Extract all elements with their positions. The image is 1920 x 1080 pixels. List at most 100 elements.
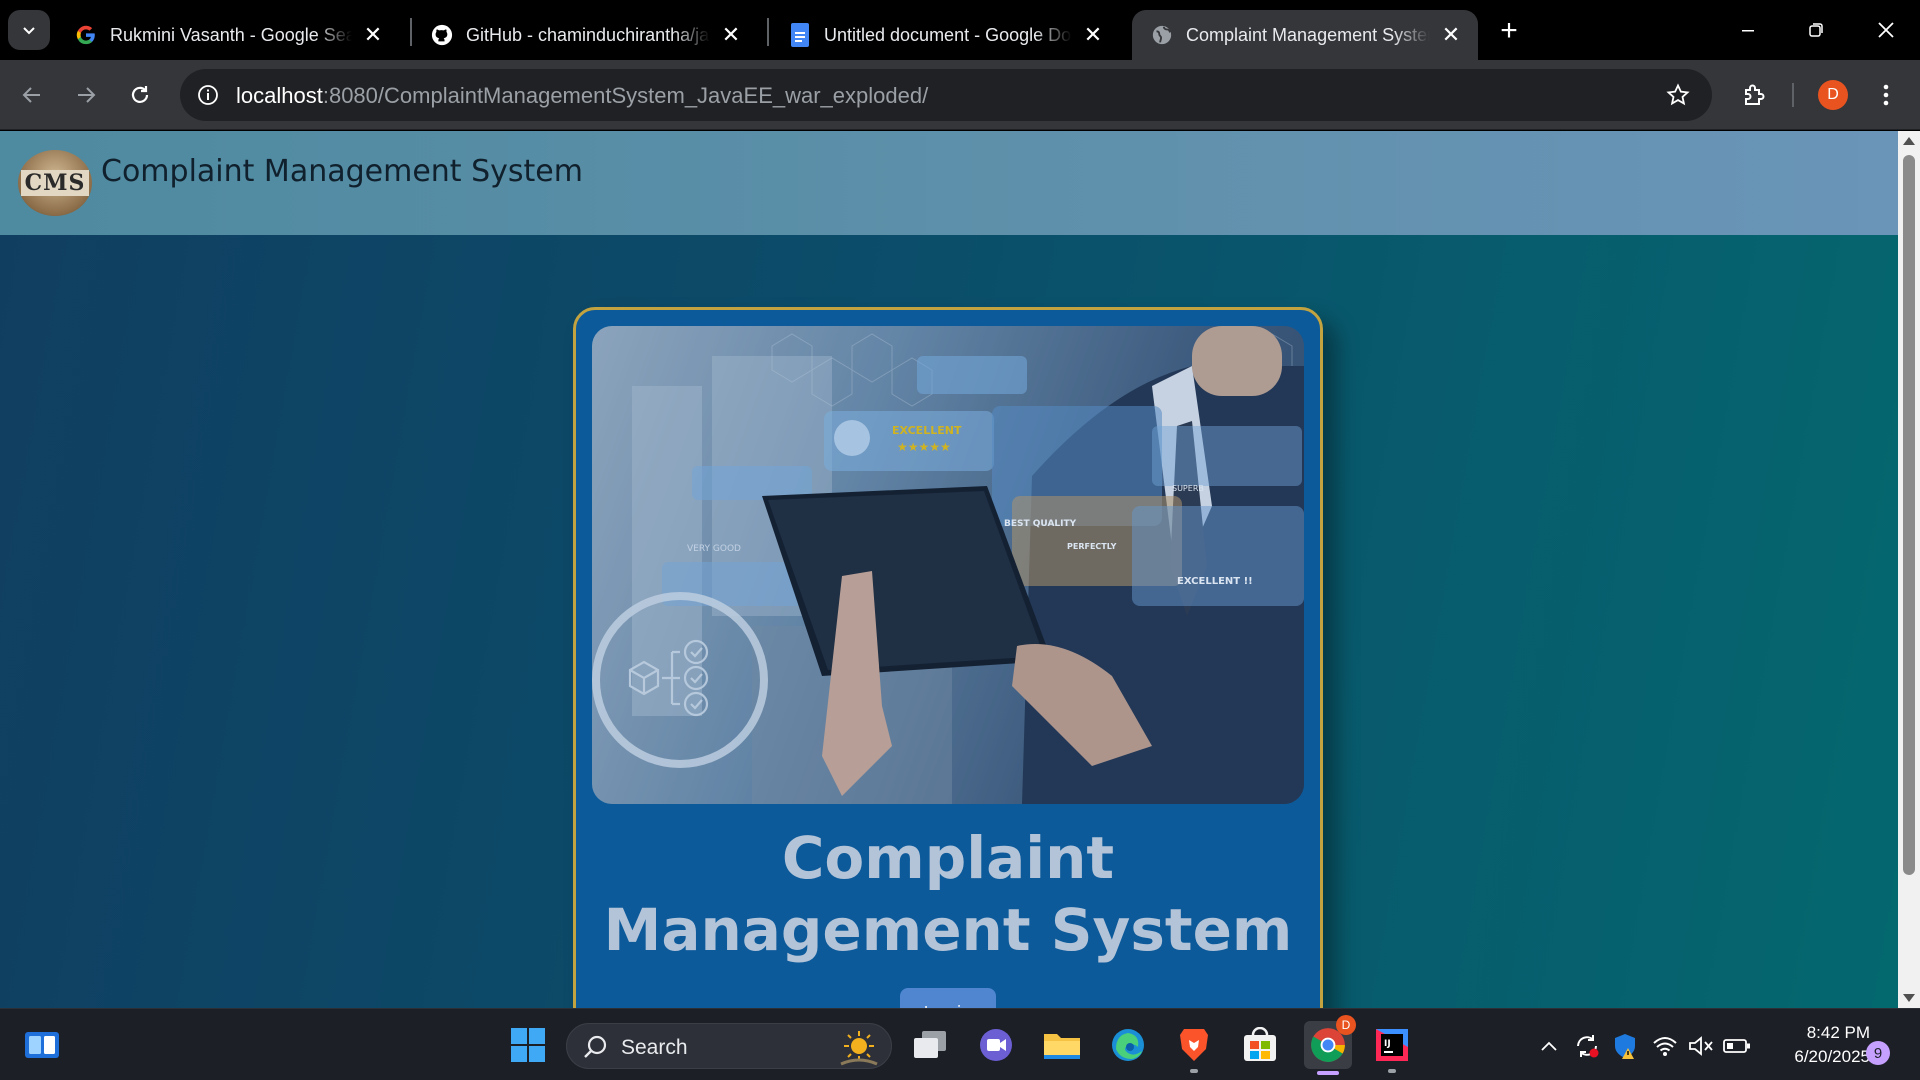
sync-tray-icon[interactable] — [1572, 1031, 1602, 1061]
browser-toolbar: localhost:8080/ComplaintManagementSystem… — [0, 60, 1920, 130]
brave-button[interactable] — [1172, 1023, 1216, 1073]
minimize-button[interactable] — [1720, 8, 1776, 52]
menu-button[interactable] — [1868, 77, 1904, 113]
teams-chat-button[interactable] — [974, 1023, 1018, 1067]
tab-search-button[interactable] — [8, 10, 50, 50]
clock-time: 8:42 PM — [1806, 1023, 1870, 1042]
chevron-up-icon — [1541, 1041, 1557, 1051]
system-clock[interactable]: 8:42 PM 6/20/2025 — [1760, 1021, 1870, 1069]
volume-tray-icon[interactable] — [1686, 1031, 1716, 1061]
tab-title: Complaint Management System — [1186, 24, 1430, 45]
docs-icon — [788, 23, 812, 47]
minimize-icon — [1742, 30, 1754, 32]
web-page: CMS Complaint Management System EXCELLEN… — [0, 131, 1898, 1008]
profile-button[interactable]: D — [1815, 77, 1851, 113]
address-bar[interactable]: localhost:8080/ComplaintManagementSystem… — [180, 69, 1712, 121]
task-view-button[interactable] — [908, 1023, 952, 1067]
edge-icon — [1112, 1029, 1144, 1061]
restore-button[interactable] — [1788, 8, 1844, 52]
tab-google-docs[interactable]: Untitled document - Google Docs ✕ — [770, 10, 1120, 60]
restore-icon — [1809, 23, 1823, 37]
page-scrollbar[interactable] — [1898, 131, 1920, 1008]
clock-date: 6/20/2025 — [1794, 1047, 1870, 1066]
widgets-icon — [25, 1032, 59, 1058]
chevron-down-icon — [23, 27, 35, 35]
tab-title: Untitled document - Google Docs — [824, 24, 1072, 45]
tab-title: Rukmini Vasanth - Google Search — [110, 24, 352, 45]
chrome-profile-badge: D — [1336, 1015, 1356, 1035]
wifi-tray-icon[interactable] — [1650, 1031, 1680, 1061]
puzzle-icon — [1745, 84, 1765, 105]
tab-separator — [767, 18, 769, 46]
github-icon — [430, 23, 454, 47]
store-icon — [1244, 1027, 1276, 1061]
login-button[interactable]: Login — [900, 988, 996, 1008]
globe-icon — [1150, 23, 1174, 47]
intellij-button[interactable]: IJ — [1370, 1023, 1414, 1073]
url-text: localhost:8080/ComplaintManagementSystem… — [236, 83, 928, 109]
card-title: Complaint Management System — [603, 824, 1293, 964]
reload-button[interactable] — [122, 77, 158, 113]
start-button[interactable] — [506, 1023, 550, 1067]
close-icon[interactable]: ✕ — [1080, 22, 1106, 48]
arrow-right-icon — [78, 87, 96, 103]
site-header: CMS Complaint Management System — [0, 131, 1898, 235]
edge-button[interactable] — [1106, 1023, 1150, 1067]
search-label: Search — [621, 1036, 688, 1059]
close-window-button[interactable] — [1858, 8, 1914, 52]
new-tab-button[interactable]: + — [1492, 14, 1526, 48]
tab-title: GitHub - chaminduchirantha/java — [466, 24, 710, 45]
welcome-card: EXCELLENT ★★★★★ VERY GOOD BEST QUALITY P… — [573, 307, 1323, 1008]
security-tray-icon[interactable] — [1610, 1031, 1640, 1061]
close-icon[interactable]: ✕ — [718, 22, 744, 48]
forward-button[interactable] — [68, 77, 104, 113]
scrollbar-thumb[interactable] — [1903, 155, 1915, 875]
sync-icon — [1577, 1035, 1599, 1058]
back-button[interactable] — [14, 77, 50, 113]
active-indicator — [1317, 1071, 1339, 1075]
extensions-button[interactable] — [1736, 77, 1772, 113]
taskbar-search[interactable]: Search — [566, 1023, 892, 1069]
widgets-button[interactable] — [20, 1023, 64, 1067]
video-chat-icon — [980, 1029, 1012, 1061]
close-icon[interactable]: ✕ — [360, 22, 386, 48]
search-icon — [584, 1035, 607, 1058]
kebab-menu-icon — [1883, 84, 1889, 106]
scroll-down-arrow-icon[interactable] — [1903, 994, 1915, 1002]
toolbar-divider — [1792, 83, 1794, 107]
hero-image: EXCELLENT ★★★★★ VERY GOOD BEST QUALITY P… — [592, 326, 1304, 804]
url-path: :8080/ComplaintManagementSystem_JavaEE_w… — [322, 83, 929, 108]
chrome-button[interactable]: D — [1304, 1015, 1356, 1075]
weather-sun-icon — [840, 1031, 878, 1066]
avatar: D — [1818, 80, 1848, 110]
battery-icon — [1723, 1039, 1750, 1053]
show-hidden-icons-button[interactable] — [1534, 1031, 1564, 1061]
microsoft-store-button[interactable] — [1238, 1023, 1282, 1067]
close-icon[interactable]: ✕ — [1438, 22, 1464, 48]
google-icon — [74, 23, 98, 47]
battery-tray-icon[interactable] — [1722, 1031, 1752, 1061]
tab-strip: Rukmini Vasanth - Google Search ✕ GitHub… — [0, 0, 1920, 60]
notification-badge[interactable]: 9 — [1866, 1041, 1890, 1065]
site-logo[interactable]: CMS — [18, 150, 92, 216]
arrow-left-icon — [22, 87, 40, 103]
file-explorer-button[interactable] — [1040, 1023, 1084, 1067]
tab-github[interactable]: GitHub - chaminduchirantha/java ✕ — [412, 10, 758, 60]
task-view-icon — [914, 1031, 946, 1058]
running-indicator — [1388, 1069, 1396, 1073]
volume-muted-icon — [1689, 1036, 1713, 1056]
brave-lion-icon — [1180, 1029, 1208, 1061]
shield-warning-icon — [1615, 1034, 1635, 1059]
windows-logo-icon — [511, 1028, 545, 1062]
tab-complaint-management[interactable]: Complaint Management System ✕ — [1132, 10, 1478, 60]
site-info-icon[interactable] — [194, 81, 222, 109]
running-indicator — [1190, 1069, 1198, 1073]
folder-icon — [1044, 1034, 1080, 1059]
wifi-icon — [1653, 1037, 1677, 1056]
scroll-up-arrow-icon[interactable] — [1903, 137, 1915, 145]
site-title: Complaint Management System — [101, 154, 583, 189]
url-host: localhost — [236, 83, 323, 108]
bookmark-star-icon[interactable] — [1664, 81, 1692, 109]
tab-google-search[interactable]: Rukmini Vasanth - Google Search ✕ — [56, 10, 400, 60]
windows-taskbar: Search D IJ 8:42 PM 6/20/2025 9 — [0, 1008, 1920, 1080]
